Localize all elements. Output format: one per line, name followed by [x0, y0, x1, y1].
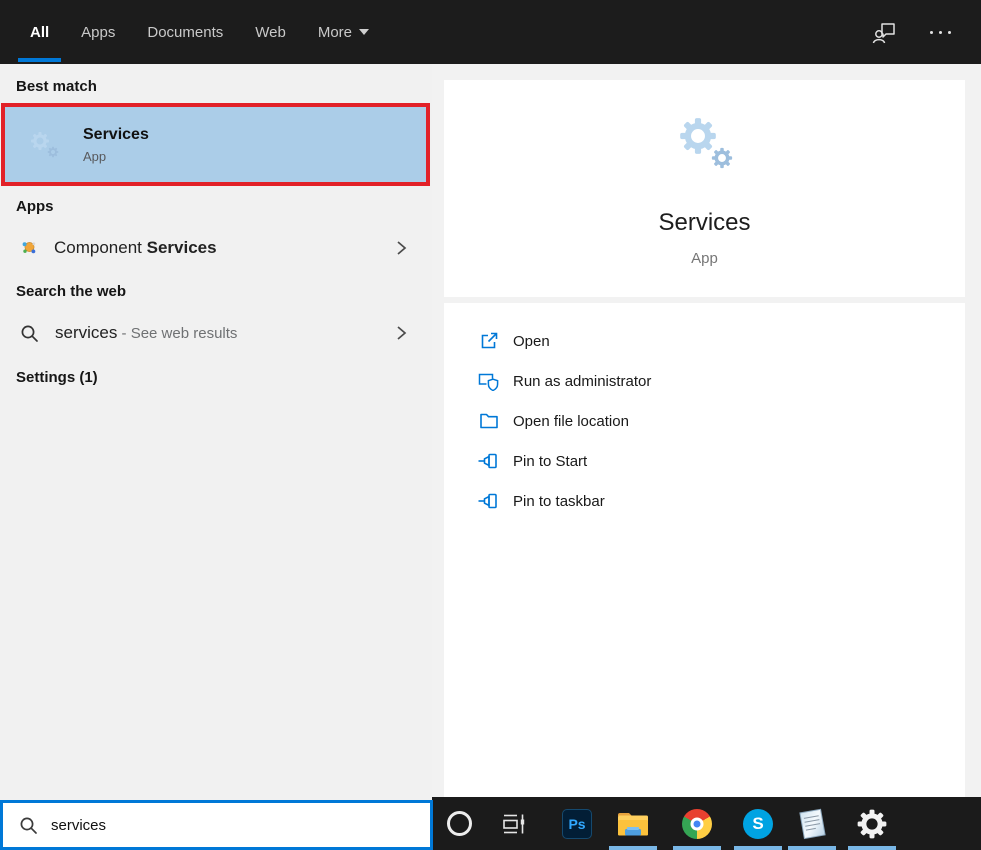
- action-open-file-location[interactable]: Open file location: [444, 401, 965, 441]
- result-label-prefix: Component: [54, 238, 147, 257]
- action-label: Open file location: [513, 412, 629, 430]
- web-query-text: services: [55, 323, 118, 342]
- ellipsis-icon[interactable]: [928, 25, 953, 40]
- cortana-ring: [446, 811, 472, 836]
- running-indicator-settings: [848, 846, 896, 850]
- chrome-center: [690, 817, 704, 830]
- tab-documents-label: Documents: [147, 23, 224, 41]
- topbar-actions: [872, 19, 953, 45]
- tab-web-label: Web: [255, 23, 286, 41]
- component-services-icon: [20, 239, 38, 257]
- running-indicator-skype: [734, 846, 782, 850]
- feedback-icon[interactable]: [872, 19, 898, 45]
- settings-gear-icon[interactable]: [848, 797, 896, 850]
- tab-all-label: All: [30, 23, 50, 41]
- best-match-result-services[interactable]: Services App: [1, 103, 430, 186]
- tab-all[interactable]: All: [17, 0, 62, 64]
- tab-apps-label: Apps: [81, 23, 116, 41]
- tab-more[interactable]: More: [317, 0, 370, 64]
- action-run-as-administrator[interactable]: Run as administrator: [444, 361, 965, 401]
- best-match-text: Services App: [83, 126, 149, 164]
- result-component-services[interactable]: Component Services: [0, 227, 432, 269]
- task-view-icon[interactable]: [490, 797, 538, 850]
- photoshop-tile: Ps: [562, 808, 592, 839]
- photoshop-icon[interactable]: Ps: [553, 797, 601, 850]
- action-open[interactable]: Open: [444, 321, 965, 361]
- best-match-section-label: Best match: [16, 78, 97, 95]
- preview-header-card: Services App: [444, 80, 965, 297]
- search-input[interactable]: [51, 816, 381, 834]
- action-pin-to-taskbar[interactable]: Pin to taskbar: [444, 481, 965, 521]
- action-label: Pin to taskbar: [513, 492, 605, 510]
- action-label: Pin to Start: [513, 452, 588, 470]
- notepad-icon[interactable]: [788, 797, 836, 850]
- tab-web[interactable]: Web: [255, 0, 286, 64]
- admin-shield-icon: [478, 371, 500, 391]
- preview-subtitle: App: [691, 250, 718, 267]
- chevron-right-icon[interactable]: [394, 324, 410, 342]
- preview-actions-card: Open Run as administrator Open file loca…: [444, 303, 965, 797]
- search-filter-bar: All Apps Documents Web More: [0, 0, 981, 64]
- search-results-panel: Best match Services App Apps Component S…: [0, 64, 432, 800]
- result-label: services - See web results: [55, 323, 237, 343]
- tab-apps[interactable]: Apps: [81, 0, 115, 64]
- web-suffix-text: - See web results: [117, 325, 238, 342]
- taskbar: Ps S: [432, 797, 981, 850]
- preview-title: Services: [658, 209, 751, 236]
- file-explorer-icon[interactable]: [609, 797, 657, 850]
- tab-documents[interactable]: Documents: [147, 0, 223, 64]
- chevron-down-icon: [359, 29, 370, 35]
- pin-icon: [478, 491, 500, 511]
- chrome-ball: [682, 808, 712, 839]
- action-label: Run as administrator: [513, 372, 652, 390]
- search-icon: [20, 817, 37, 834]
- apps-section-label: Apps: [16, 198, 54, 215]
- open-icon: [478, 331, 500, 351]
- running-indicator-file-explorer: [609, 846, 657, 850]
- result-label: Component Services: [54, 238, 217, 258]
- search-web-section-label: Search the web: [16, 283, 127, 300]
- running-indicator-notepad: [788, 846, 836, 850]
- best-match-subtitle: App: [83, 148, 107, 164]
- skype-ball: S: [743, 808, 773, 839]
- search-icon: [20, 324, 39, 343]
- cortana-icon[interactable]: [435, 797, 483, 850]
- skype-icon[interactable]: S: [734, 797, 782, 850]
- services-gears-icon: [29, 129, 60, 158]
- services-gears-icon: [670, 112, 734, 170]
- chevron-right-icon[interactable]: [394, 239, 410, 257]
- settings-section-label: Settings (1): [16, 369, 98, 386]
- best-match-title: Services: [83, 125, 149, 143]
- folder-icon: [478, 411, 500, 431]
- pin-icon: [478, 451, 500, 471]
- chrome-icon[interactable]: [673, 797, 721, 850]
- preview-pane: Services App Open Run as administrator O…: [432, 64, 981, 797]
- action-pin-to-start[interactable]: Pin to Start: [444, 441, 965, 481]
- action-label: Open: [513, 332, 550, 350]
- result-label-match: Services: [146, 238, 217, 257]
- running-indicator-chrome: [673, 846, 721, 850]
- start-search-box[interactable]: [0, 800, 433, 850]
- result-web-search[interactable]: services - See web results: [0, 312, 432, 354]
- tab-more-label: More: [317, 23, 353, 41]
